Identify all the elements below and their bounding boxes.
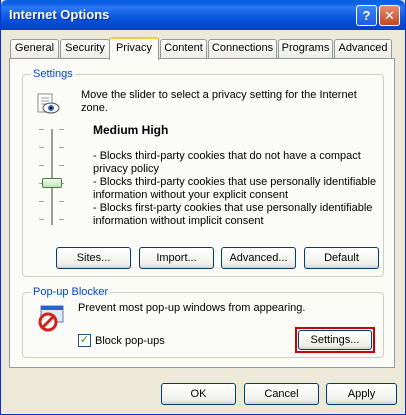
window-title: Internet Options bbox=[9, 7, 110, 22]
slider-tick bbox=[59, 219, 64, 220]
internet-options-window: Internet Options ? ✕ General Security Pr… bbox=[0, 0, 406, 415]
slider-thumb[interactable] bbox=[42, 178, 62, 188]
popup-blocker-group-label: Pop-up Blocker bbox=[31, 286, 111, 298]
tab-privacy[interactable]: Privacy bbox=[109, 37, 159, 60]
slider-tick bbox=[59, 129, 64, 130]
advanced-button[interactable]: Advanced... bbox=[221, 247, 296, 269]
cancel-button[interactable]: Cancel bbox=[244, 383, 319, 405]
slider-tick bbox=[39, 165, 44, 166]
close-icon: ✕ bbox=[384, 8, 395, 23]
slider-tick bbox=[59, 165, 64, 166]
import-button[interactable]: Import... bbox=[139, 247, 214, 269]
privacy-level-name: Medium High bbox=[93, 123, 169, 137]
slider-tick bbox=[59, 147, 64, 148]
settings-group: Settings Move the slider to select a pri… bbox=[22, 68, 384, 277]
settings-instruction-line-2: zone. bbox=[81, 102, 108, 114]
slider-tick bbox=[39, 219, 44, 220]
tab-general[interactable]: General bbox=[10, 39, 59, 58]
title-bar[interactable]: Internet Options ? ✕ bbox=[1, 0, 405, 30]
privacy-description-line-6: information without implicit consent bbox=[93, 215, 264, 227]
slider-tick bbox=[39, 129, 44, 130]
ok-button[interactable]: OK bbox=[161, 383, 236, 405]
privacy-description-line-1: - Blocks third-party cookies that do not… bbox=[93, 150, 361, 162]
block-popups-checkbox[interactable]: ✓ bbox=[78, 334, 91, 347]
popup-blocker-description: Prevent most pop-up windows from appeari… bbox=[78, 302, 306, 314]
privacy-description-line-5: - Blocks first-party cookies that use pe… bbox=[93, 202, 373, 214]
privacy-level-slider[interactable] bbox=[37, 125, 67, 225]
checkmark-icon: ✓ bbox=[79, 334, 90, 346]
tab-connections[interactable]: Connections bbox=[208, 39, 277, 58]
sites-button[interactable]: Sites... bbox=[56, 247, 131, 269]
help-button[interactable]: ? bbox=[356, 5, 377, 26]
privacy-description-line-2: privacy policy bbox=[93, 163, 160, 175]
popup-settings-button[interactable]: Settings... bbox=[298, 330, 372, 350]
privacy-eye-icon bbox=[37, 93, 60, 114]
tab-programs[interactable]: Programs bbox=[278, 39, 333, 58]
popup-blocker-group: Pop-up Blocker Prevent most pop-up windo… bbox=[22, 286, 384, 358]
tab-content[interactable]: Content bbox=[160, 39, 207, 58]
apply-button[interactable]: Apply bbox=[326, 383, 397, 405]
close-button[interactable]: ✕ bbox=[379, 5, 400, 26]
popup-blocker-icon bbox=[38, 305, 64, 332]
block-popups-label[interactable]: Block pop-ups bbox=[95, 335, 165, 348]
slider-tick bbox=[39, 201, 44, 202]
settings-group-label: Settings bbox=[31, 68, 75, 80]
slider-tick bbox=[59, 201, 64, 202]
privacy-description-line-3: - Blocks third-party cookies that use pe… bbox=[93, 176, 377, 188]
tab-advanced[interactable]: Advanced bbox=[334, 39, 392, 58]
default-button[interactable]: Default bbox=[304, 247, 379, 269]
help-icon: ? bbox=[362, 8, 371, 23]
slider-tick bbox=[39, 147, 44, 148]
privacy-description-line-4: information without your explicit consen… bbox=[93, 189, 289, 201]
privacy-tab-panel: Settings Move the slider to select a pri… bbox=[9, 58, 395, 368]
slider-track[interactable] bbox=[51, 129, 54, 225]
tab-security[interactable]: Security bbox=[60, 39, 110, 58]
settings-instruction-line-1: Move the slider to select a privacy sett… bbox=[81, 89, 357, 101]
